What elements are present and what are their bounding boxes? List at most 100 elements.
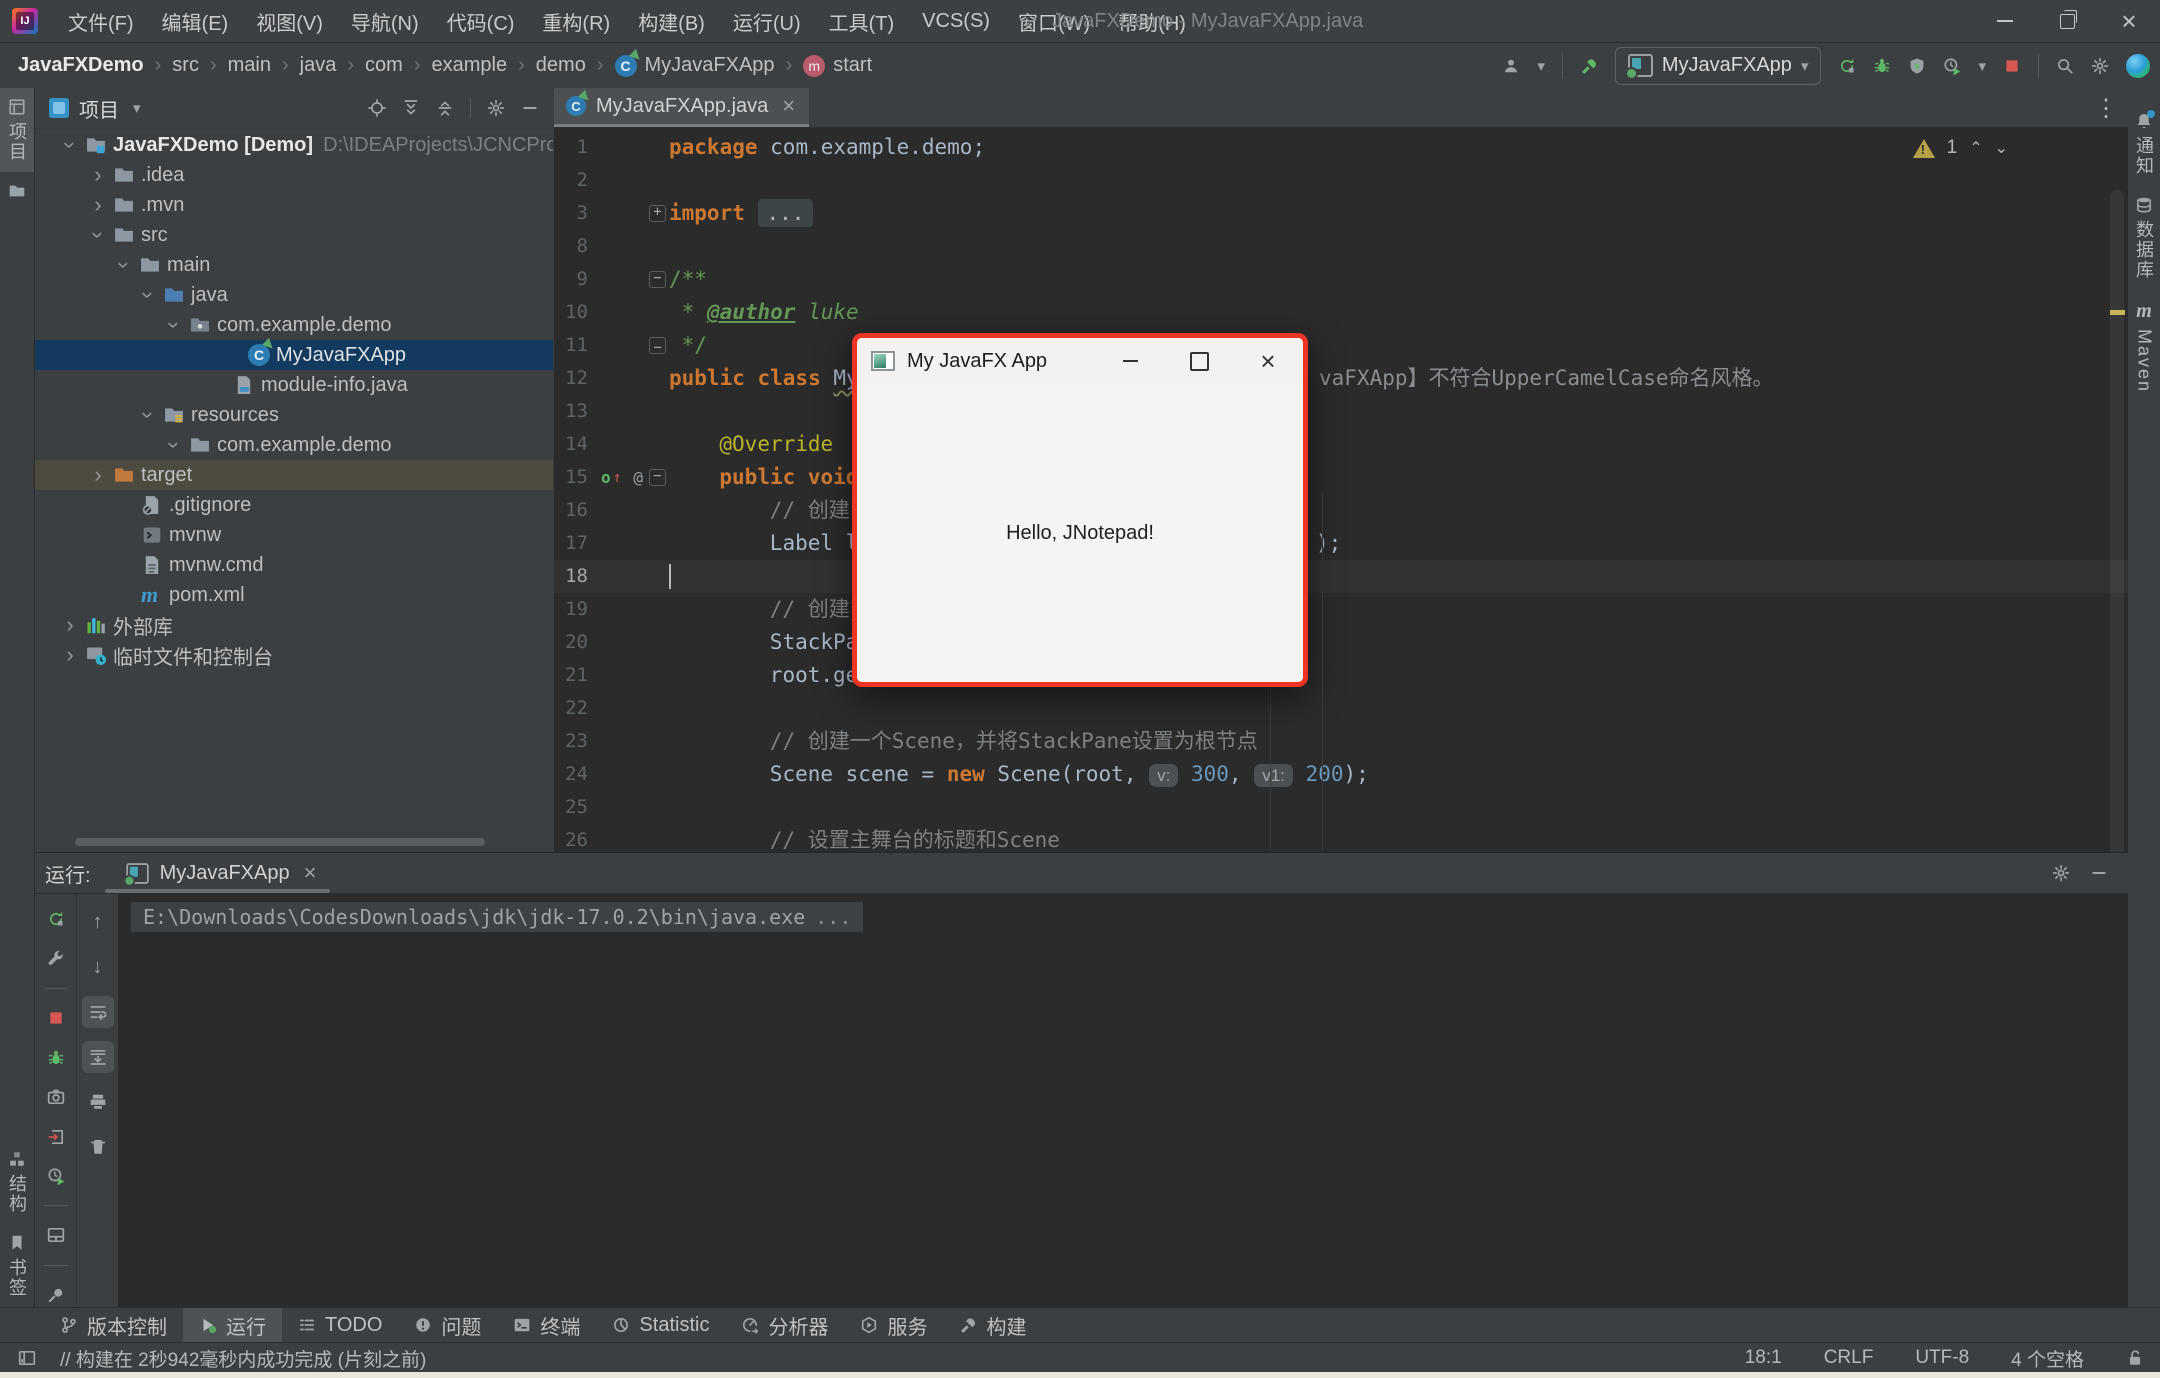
- menu-item[interactable]: 导航(N): [337, 0, 433, 42]
- tree-open-arrow-icon[interactable]: ›: [57, 130, 83, 160]
- code-line[interactable]: 13: [554, 395, 2128, 428]
- settings-gear-icon[interactable]: [2091, 57, 2109, 75]
- file-encoding[interactable]: UTF-8: [1915, 1347, 1969, 1369]
- tool-window-button-构建[interactable]: 构建: [943, 1308, 1042, 1342]
- breadcrumb-item[interactable]: JavaFXDemo: [18, 54, 144, 77]
- tree-row[interactable]: mvnw: [35, 520, 553, 550]
- tree-open-arrow-icon[interactable]: ›: [135, 400, 161, 430]
- code-line[interactable]: 8: [554, 230, 2128, 263]
- gutter-override-icon[interactable]: o↑ @: [598, 461, 646, 494]
- debug-icon[interactable]: [1873, 57, 1891, 75]
- window-restore-button[interactable]: [2036, 0, 2098, 42]
- code-line[interactable]: 20StackPa: [554, 626, 2128, 659]
- breadcrumb-item[interactable]: src: [172, 54, 199, 77]
- stop-icon[interactable]: [2003, 57, 2021, 75]
- console-line[interactable]: E:\Downloads\CodesDownloads\jdk\jdk-17.0…: [131, 902, 863, 932]
- code-line[interactable]: 25: [554, 791, 2128, 824]
- tree-closed-arrow-icon[interactable]: ›: [83, 162, 113, 188]
- run-configuration-select[interactable]: MyJavaFXApp ▾: [1615, 47, 1822, 85]
- breadcrumb-item[interactable]: example: [432, 54, 508, 77]
- code-line[interactable]: 14@Override: [554, 428, 2128, 461]
- tree-open-arrow-icon[interactable]: ›: [135, 280, 161, 310]
- menu-item[interactable]: 文件(F): [54, 0, 148, 42]
- code-line[interactable]: 21root.ge: [554, 659, 2128, 692]
- profiler-run-icon[interactable]: [1943, 57, 1961, 75]
- code-line[interactable]: 12public class MyvaFXApp】不符合UpperCamelCa…: [554, 362, 2128, 395]
- code-line[interactable]: 2: [554, 164, 2128, 197]
- pin-button[interactable]: [40, 1281, 72, 1308]
- tree-closed-arrow-icon[interactable]: ›: [55, 612, 85, 638]
- tree-row[interactable]: ›com.example.demo: [35, 310, 553, 340]
- camera-button[interactable]: [40, 1084, 72, 1111]
- tool-button-数据库[interactable]: 数据库: [2128, 186, 2160, 290]
- code-line[interactable]: 16// 创建: [554, 494, 2128, 527]
- menu-item[interactable]: VCS(S): [908, 0, 1004, 42]
- tree-row[interactable]: mpom.xml: [35, 580, 553, 610]
- code-line[interactable]: 11− */: [554, 329, 2128, 362]
- scrollend-button[interactable]: [82, 1041, 114, 1073]
- tree-row[interactable]: ›com.example.demo: [35, 430, 553, 460]
- tree-closed-arrow-icon[interactable]: ›: [55, 642, 85, 668]
- hide-panel-icon[interactable]: [521, 99, 539, 117]
- options-gear-icon[interactable]: [487, 99, 505, 117]
- menu-item[interactable]: 重构(R): [528, 0, 624, 42]
- rerun-button[interactable]: [40, 906, 72, 933]
- code-line[interactable]: 23// 创建一个Scene，并将StackPane设置为根节点: [554, 725, 2128, 758]
- line-separator[interactable]: CRLF: [1824, 1347, 1874, 1369]
- javafx-minimize-button[interactable]: [1107, 338, 1153, 384]
- breadcrumb-item[interactable]: java: [300, 54, 337, 77]
- menu-item[interactable]: 运行(U): [719, 0, 815, 42]
- menu-item[interactable]: 编辑(E): [148, 0, 243, 42]
- indent-setting[interactable]: 4 个空格: [2011, 1345, 2084, 1372]
- tool-button-结构[interactable]: 结构: [0, 1140, 34, 1224]
- tree-open-arrow-icon[interactable]: ›: [85, 220, 111, 250]
- tool-window-button-问题[interactable]: 问题: [398, 1308, 497, 1342]
- tree-open-arrow-icon[interactable]: ›: [111, 250, 137, 280]
- code-line[interactable]: 15o↑ @−public void: [554, 461, 2128, 494]
- tree-row[interactable]: mvnw.cmd: [35, 550, 553, 580]
- tree-closed-arrow-icon[interactable]: ›: [83, 462, 113, 488]
- code-line[interactable]: 18: [554, 560, 2128, 593]
- breadcrumb-method[interactable]: start: [833, 54, 872, 77]
- tree-row[interactable]: ›外部库: [35, 610, 553, 640]
- gutter-run-icon[interactable]: [598, 362, 646, 395]
- breadcrumb-item[interactable]: main: [228, 54, 271, 77]
- tool-window-button-服务[interactable]: 服务: [844, 1308, 943, 1342]
- softwrap-button[interactable]: [82, 996, 114, 1028]
- search-icon[interactable]: [2056, 57, 2074, 75]
- warning-stripe-mark[interactable]: [2110, 310, 2125, 315]
- tool-window-button-终端[interactable]: 终端: [497, 1308, 596, 1342]
- tree-row[interactable]: ›java: [35, 280, 553, 310]
- console-fold[interactable]: ...: [815, 905, 851, 929]
- tree-row[interactable]: ›resources: [35, 400, 553, 430]
- tool-window-button-版本控制[interactable]: 版本控制: [44, 1308, 183, 1342]
- caret-position[interactable]: 18:1: [1745, 1347, 1782, 1369]
- chevron-down-icon[interactable]: ▾: [133, 99, 141, 117]
- next-warning-icon[interactable]: ⌄: [1995, 138, 2008, 158]
- locate-file-icon[interactable]: [368, 99, 386, 117]
- breadcrumb-item[interactable]: com: [365, 54, 403, 77]
- vertical-scrollbar[interactable]: [2110, 190, 2124, 852]
- tab-close-icon[interactable]: ×: [782, 93, 795, 119]
- tree-row[interactable]: ›.idea: [35, 160, 553, 190]
- tree-row[interactable]: ›临时文件和控制台: [35, 640, 553, 670]
- run-settings-gear-icon[interactable]: [2052, 864, 2070, 882]
- layout-button[interactable]: [40, 1222, 72, 1249]
- tree-row[interactable]: ›src: [35, 220, 553, 250]
- fold-marker[interactable]: −: [649, 469, 666, 486]
- hide-run-panel-icon[interactable]: [2090, 864, 2108, 882]
- inspection-widget[interactable]: 1 ⌃ ⌄: [1913, 137, 2008, 159]
- code-line[interactable]: 19// 创建: [554, 593, 2128, 626]
- tool-window-button-分析器[interactable]: 分析器: [725, 1308, 844, 1342]
- clockrun-button[interactable]: [40, 1163, 72, 1190]
- build-hammer-icon[interactable]: [1580, 57, 1598, 75]
- bug-button[interactable]: [40, 1044, 72, 1071]
- tab-myjavafxapp[interactable]: C MyJavaFXApp.java ×: [554, 88, 809, 127]
- breadcrumb-item[interactable]: demo: [536, 54, 586, 77]
- up-button[interactable]: ↑: [82, 906, 114, 938]
- code-line[interactable]: 10 * @author luke: [554, 296, 2128, 329]
- user-icon[interactable]: [1502, 57, 1520, 75]
- tool-window-layout-icon[interactable]: [18, 1349, 36, 1367]
- window-close-button[interactable]: ×: [2098, 0, 2160, 42]
- wrench-button[interactable]: [40, 946, 72, 973]
